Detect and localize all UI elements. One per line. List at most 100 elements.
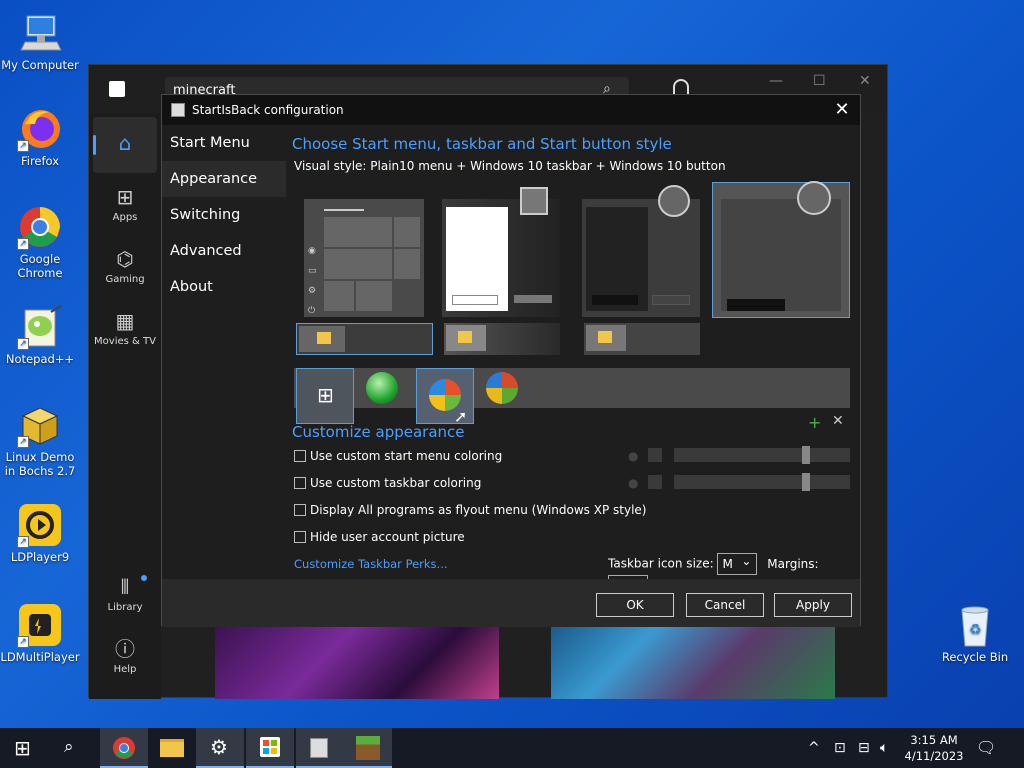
nav-appearance[interactable]: Appearance [162, 161, 286, 197]
firefox-icon: ↗ [17, 106, 63, 152]
taskbar-style-plain8[interactable] [584, 323, 700, 355]
cancel-button[interactable]: Cancel [686, 593, 764, 617]
notifications-icon[interactable]: 🗨︎ [976, 738, 996, 757]
color-swatch[interactable] [648, 448, 662, 462]
nav-library-label: Library [107, 602, 143, 613]
taskbar-style-windows10-selected[interactable] [296, 323, 433, 355]
clock[interactable]: 3:15 AM 4/11/2023 [904, 732, 964, 764]
nav-apps[interactable]: ⊞ Apps [93, 185, 157, 223]
clock-date: 4/11/2023 [904, 749, 964, 763]
menu-style-plain10-selected[interactable] [712, 181, 850, 318]
taskbar-style-windows7[interactable] [444, 323, 560, 355]
drop-icon: ● [628, 476, 639, 490]
startisback-icon [310, 738, 328, 758]
slider-thumb[interactable] [802, 446, 810, 464]
nav-library[interactable]: ⫴ Library [93, 575, 157, 613]
desktop-icon-my-computer[interactable]: My Computer [0, 10, 80, 72]
taskbar-minecraft[interactable] [344, 728, 392, 768]
add-icon[interactable]: + [808, 413, 821, 432]
shortcut-arrow-icon: ↗ [17, 436, 29, 448]
nav-gaming[interactable]: ⌬ Gaming [93, 247, 157, 285]
desktop-icon-firefox[interactable]: ↗ Firefox [0, 106, 80, 168]
taskbar: ⊞ ⌕ ⚙ ^ ⊡ ⊟ 🔈︎ 3:15 AM 4/11/2023 🗨︎ [0, 728, 1024, 768]
volume-icon[interactable]: 🔈︎ [880, 740, 888, 756]
nav-home[interactable]: ⌂ [93, 117, 157, 173]
product-tile[interactable] [551, 625, 835, 699]
search-button[interactable]: ⌕ [48, 728, 96, 768]
apps-icon: ⊞ [116, 185, 134, 209]
shortcut-arrow-icon: ↗ [17, 536, 29, 548]
nav-start-menu[interactable]: Start Menu [162, 125, 286, 161]
nav-gaming-label: Gaming [105, 274, 145, 285]
close-icon[interactable]: ✕ [830, 99, 854, 120]
start-button-clover[interactable] [366, 372, 398, 404]
menu-style-plain8[interactable] [582, 185, 700, 317]
shortcut-arrow-icon: ↗ [17, 636, 29, 648]
windows-logo-icon: ⊞ [14, 736, 31, 760]
desktop-icon-ldmultiplayer[interactable]: ↗ LDMultiPlayer [0, 602, 80, 664]
chrome-icon [113, 737, 135, 759]
color-swatch[interactable] [648, 475, 662, 489]
option-label: Hide user account picture [310, 530, 465, 544]
desktop-icon-ldplayer9[interactable]: ↗ LDPlayer9 [0, 502, 80, 564]
menu-style-windows10[interactable]: ◉ ▭ ⚙ ⏻ [304, 199, 424, 317]
start-button-vista[interactable] [486, 372, 518, 404]
option-all-programs-flyout[interactable]: Display All programs as flyout menu (Win… [294, 503, 646, 519]
start-button-windows10-selected[interactable]: ⊞ [296, 368, 354, 424]
taskbar-settings[interactable]: ⚙ [196, 728, 244, 768]
option-hide-user-picture[interactable]: Hide user account picture [294, 530, 465, 546]
slider-thumb[interactable] [802, 473, 810, 491]
shortcut-arrow-icon: ↗ [17, 238, 29, 250]
remove-icon[interactable]: ✕ [832, 413, 844, 429]
minimize-icon[interactable]: — [769, 73, 783, 89]
option-custom-start-menu-coloring[interactable]: Use custom start menu coloring [294, 449, 502, 465]
desktop-icon-notepadpp[interactable]: ↗ Notepad++ [0, 304, 80, 366]
home-icon: ⌂ [118, 131, 132, 155]
checkbox[interactable] [294, 531, 306, 543]
icon-size-select[interactable]: M [717, 553, 758, 575]
taskbar-chrome[interactable] [100, 728, 148, 768]
checkbox[interactable] [294, 504, 306, 516]
close-icon[interactable]: ✕ [859, 73, 871, 89]
chrome-icon: ↗ [17, 204, 63, 250]
option-label: Use custom taskbar coloring [310, 476, 482, 490]
taskbar-store[interactable] [246, 728, 294, 768]
desktop-icon-label: Google Chrome [17, 252, 63, 280]
desktop-icon-label: Recycle Bin [941, 650, 1009, 664]
desktop-icon-chrome[interactable]: ↗ Google Chrome [0, 204, 80, 280]
customize-taskbar-perks-link[interactable]: Customize Taskbar Perks... [294, 557, 448, 571]
taskbar-file-explorer[interactable] [148, 728, 196, 768]
desktop-icon-label: Firefox [20, 154, 60, 168]
start-menu-opacity-slider[interactable] [674, 446, 850, 464]
taskbar-opacity-slider[interactable] [674, 473, 850, 491]
visual-style-text: Visual style: Plain10 menu + Windows 10 … [294, 159, 726, 173]
chevron-up-icon[interactable]: ^ [808, 740, 820, 756]
apply-button[interactable]: Apply [774, 593, 852, 617]
nav-advanced[interactable]: Advanced [162, 233, 286, 269]
taskbar-startisback[interactable] [296, 728, 344, 768]
product-tile[interactable] [215, 625, 499, 699]
desktop-icon-recycle-bin[interactable]: ♻ Recycle Bin [935, 602, 1015, 664]
nav-movies-label: Movies & TV [94, 336, 156, 347]
network-alert-icon[interactable]: ⊡ [834, 740, 846, 756]
checkbox[interactable] [294, 450, 306, 462]
maximize-icon[interactable]: ☐ [813, 73, 826, 89]
shortcut-arrow-icon: ↗ [17, 338, 29, 350]
desktop-icon-bochs[interactable]: ↗ Linux Demo in Bochs 2.7 [0, 402, 80, 478]
start-button[interactable]: ⊞ [0, 728, 48, 768]
clock-time: 3:15 AM [910, 733, 958, 747]
desktop-icon-label: Linux Demo in Bochs 2.7 [4, 450, 76, 478]
nav-movies[interactable]: ▦ Movies & TV [93, 309, 157, 347]
ok-button[interactable]: OK [596, 593, 674, 617]
nav-about[interactable]: About [162, 269, 286, 305]
style-heading: Choose Start menu, taskbar and Start but… [292, 135, 672, 153]
menu-style-windows7[interactable] [442, 187, 560, 317]
option-custom-taskbar-coloring[interactable]: Use custom taskbar coloring [294, 476, 481, 492]
nav-help[interactable]: ⓘ Help [93, 637, 157, 675]
nav-switching[interactable]: Switching [162, 197, 286, 233]
computer-icon [17, 10, 63, 56]
nav-apps-label: Apps [112, 212, 138, 223]
checkbox[interactable] [294, 477, 306, 489]
desktop-icon-label: Notepad++ [5, 352, 75, 366]
network-icon[interactable]: ⊟ [858, 740, 870, 756]
